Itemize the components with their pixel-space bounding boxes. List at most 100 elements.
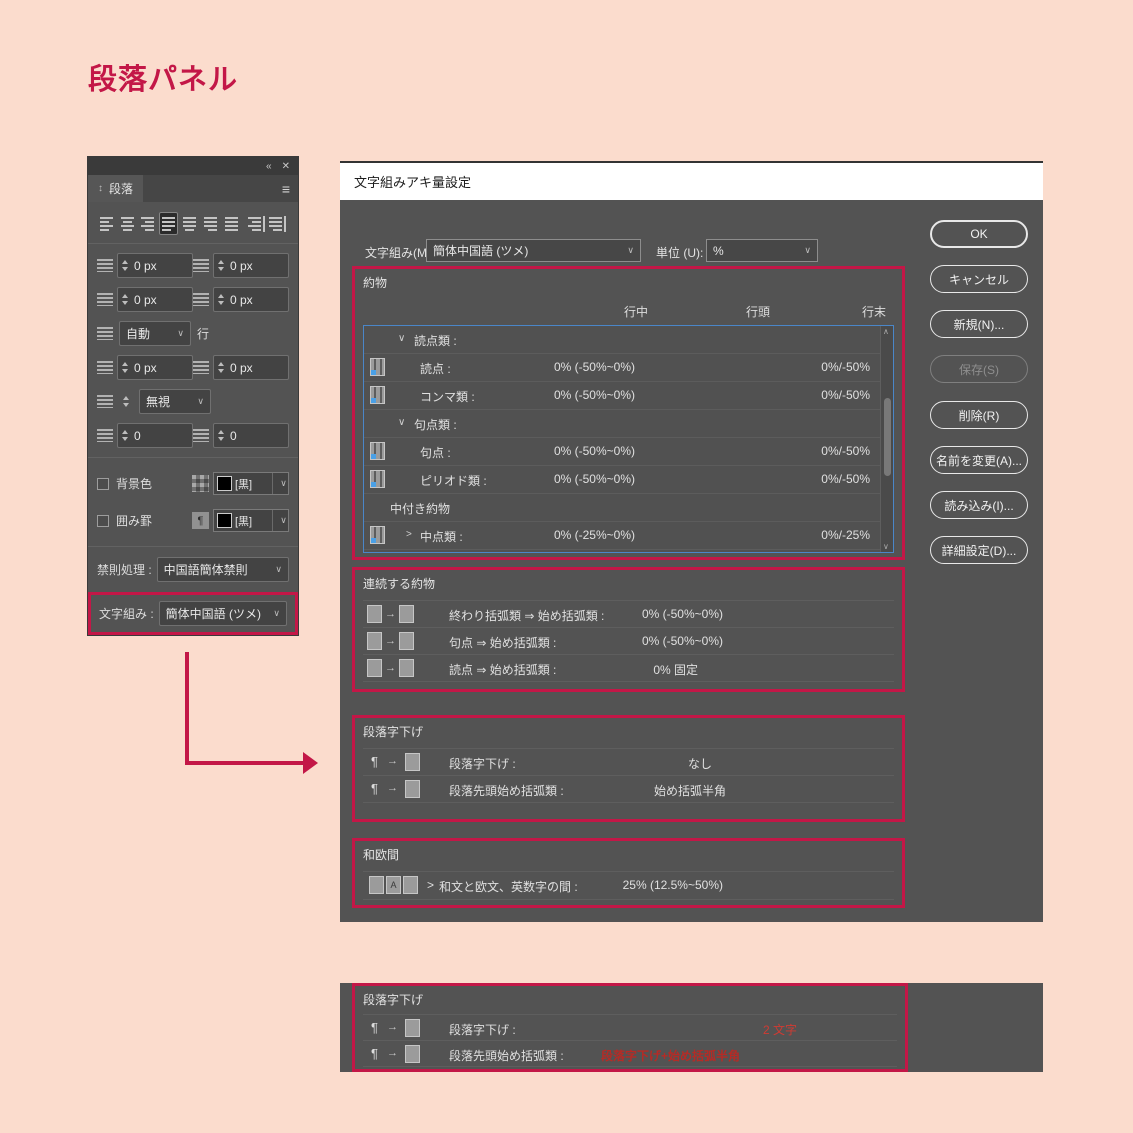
background-color-swatch-control[interactable]: [黒] ∨	[213, 472, 289, 495]
scroll-up-icon[interactable]: ∧	[883, 327, 889, 336]
scroll-down-icon[interactable]: ∨	[883, 542, 889, 551]
arrow-right-icon: →	[385, 635, 396, 647]
advanced-settings-button[interactable]: 詳細設定(D)...	[930, 536, 1028, 564]
button-label: キャンセル	[948, 272, 1009, 287]
import-button[interactable]: 読み込み(I)...	[930, 491, 1028, 519]
glyph-class-icon	[370, 386, 385, 404]
stepper[interactable]	[119, 396, 133, 407]
panel-body: 0 px 0 px 0 px 0 px 自動 ∨ 行 0 px 0 px 無視 …	[88, 202, 298, 635]
table-row[interactable]: → 読点 ⇒ 始め括弧類 : 0% 固定	[363, 655, 894, 682]
tab-label: 段落	[109, 182, 134, 196]
cancel-button[interactable]: キャンセル	[930, 265, 1028, 293]
table-row[interactable]: ¶ → 段落字下げ : 2 文字	[363, 1015, 897, 1041]
unit-dropdown[interactable]: % ∨	[706, 239, 818, 262]
table-row[interactable]: ∨ 読点類 :	[364, 326, 880, 354]
pilcrow-icon: ¶	[371, 1046, 378, 1061]
line-end-value: 0%/-50%	[821, 444, 870, 458]
scrollbar[interactable]: ∧ ∨	[880, 326, 893, 552]
chevron-down-icon[interactable]: ∨	[398, 333, 405, 344]
table-row[interactable]: 中付き約物	[364, 494, 880, 522]
table-row[interactable]: > 中点類 : 0% (-25%~0%) 0%/-25%	[364, 522, 880, 550]
tab-paragraph[interactable]: ↕ 段落	[88, 175, 144, 202]
dialog-titlebar[interactable]: 文字組みアキ量設定	[340, 163, 1043, 200]
chevron-down-icon: ∨	[280, 515, 287, 525]
border-color-swatch-control[interactable]: [黒] ∨	[213, 509, 289, 532]
justify-last-center-button[interactable]	[180, 212, 199, 235]
new-button[interactable]: 新規(N)...	[930, 310, 1028, 338]
stepper[interactable]	[214, 254, 228, 277]
left-indent-field[interactable]: 0 px	[117, 253, 193, 278]
stepper[interactable]	[214, 288, 228, 311]
align-away-from-spine-button[interactable]	[269, 212, 289, 235]
indent-glyph-icon	[405, 1019, 420, 1037]
table-row[interactable]: 句点 : 0% (-50%~0%) 0%/-50%	[364, 438, 880, 466]
justify-last-right-button[interactable]	[201, 212, 220, 235]
table-row[interactable]: → 句点 ⇒ 始め括弧類 : 0% (-50%~0%)	[363, 628, 894, 655]
delete-button[interactable]: 削除(R)	[930, 401, 1028, 429]
close-panel-icon[interactable]: ✕	[282, 161, 290, 172]
first-line-indent-field[interactable]: 0 px	[117, 287, 193, 312]
swatch-dropdown[interactable]: ∨	[272, 473, 288, 494]
yakumono-table: ∨ 読点類 : 読点 : 0% (-50%~0%) 0%/-50% コンマ類 :…	[363, 325, 894, 553]
kinsoku-dropdown[interactable]: 中国語簡体禁則 ∨	[156, 557, 289, 582]
jisage-section-highlight: 段落字下げ ¶ → 段落字下げ : なし ¶ → 段落先頭始め括弧類 : 始め括…	[352, 715, 905, 822]
table-row[interactable]: ¶ → 段落先頭始め括弧類 : 始め括弧半角	[363, 776, 894, 803]
background-color-checkbox[interactable]	[97, 477, 109, 490]
table-row[interactable]: → 終わり括弧類 ⇒ 始め括弧類 : 0% (-50%~0%)	[363, 601, 894, 628]
stepper[interactable]	[118, 254, 132, 277]
right-indent-field[interactable]: 0 px	[213, 253, 289, 278]
background-color-label: 背景色	[116, 477, 153, 491]
glyph-class-icon	[370, 526, 385, 544]
justify-last-right-icon	[203, 216, 217, 232]
stepper[interactable]	[214, 424, 228, 447]
panel-titlebar: « ✕	[88, 157, 298, 175]
align-toward-spine-button[interactable]	[248, 212, 268, 235]
ok-button[interactable]: OK	[930, 220, 1028, 248]
stepper[interactable]	[118, 288, 132, 311]
space-after-field[interactable]: 0 px	[213, 355, 289, 380]
aki-field[interactable]: 0	[213, 423, 289, 448]
justify-last-left-icon	[162, 216, 176, 232]
grid-dropdown[interactable]: 自動 ∨	[119, 321, 191, 346]
row-label: 読点類 :	[414, 334, 457, 348]
table-row[interactable]: ¶ → 段落先頭始め括弧類 : 段落字下げ+始め括弧半角	[363, 1041, 897, 1067]
justify-last-left-button[interactable]	[159, 212, 179, 235]
swatch-dropdown[interactable]: ∨	[272, 510, 288, 531]
comma-icon	[367, 659, 382, 677]
table-row[interactable]: コンマ類 : 0% (-50%~0%) 0%/-50%	[364, 382, 880, 410]
collapse-panel-icon[interactable]: «	[266, 161, 272, 172]
rename-button[interactable]: 名前を変更(A)...	[930, 446, 1028, 474]
table-row[interactable]: ¶ → 段落字下げ : なし	[363, 749, 894, 776]
tsume-row: 0 0	[97, 423, 289, 448]
period-icon	[367, 632, 382, 650]
table-row[interactable]: A > 和文と欧文、英数字の間 : 25% (12.5%~50%)	[363, 872, 894, 900]
ignore-dropdown[interactable]: 無視 ∨	[139, 389, 211, 414]
align-center-button[interactable]	[118, 212, 137, 235]
button-label: 削除(R)	[958, 408, 1000, 423]
table-row[interactable]: ピリオド類 : 0% (-50%~0%) 0%/-50%	[364, 466, 880, 494]
border-rule-checkbox[interactable]	[97, 514, 109, 527]
chevron-right-icon[interactable]: >	[427, 878, 434, 892]
mojikumi-dropdown[interactable]: 簡体中国語 (ツメ) ∨	[158, 601, 287, 626]
scrollbar-thumb[interactable]	[884, 398, 891, 476]
stepper[interactable]	[214, 356, 228, 379]
table-row[interactable]: ∨ 句点類 :	[364, 410, 880, 438]
tsume-field[interactable]: 0	[117, 423, 193, 448]
button-label: OK	[970, 227, 988, 241]
chevron-right-icon[interactable]: >	[406, 529, 412, 540]
stepper[interactable]	[118, 356, 132, 379]
last-line-indent-field[interactable]: 0 px	[213, 287, 289, 312]
section-title: 約物	[363, 276, 388, 290]
align-left-button[interactable]	[97, 212, 116, 235]
stepper[interactable]	[118, 424, 132, 447]
space-before-field[interactable]: 0 px	[117, 355, 193, 380]
justify-all-button[interactable]	[222, 212, 241, 235]
column-header: 行頭	[745, 305, 770, 319]
dialog-mojikumi-dropdown[interactable]: 簡体中国語 (ツメ) ∨	[426, 239, 641, 262]
panel-menu-icon[interactable]: ≡	[282, 175, 298, 202]
chevron-down-icon[interactable]: ∨	[398, 417, 405, 428]
table-row[interactable]: 読点 : 0% (-50%~0%) 0%/-50%	[364, 354, 880, 382]
align-right-button[interactable]	[139, 212, 158, 235]
grid-unit-label: 行	[197, 327, 210, 341]
grid-ignore-row: 無視 ∨	[97, 389, 289, 414]
